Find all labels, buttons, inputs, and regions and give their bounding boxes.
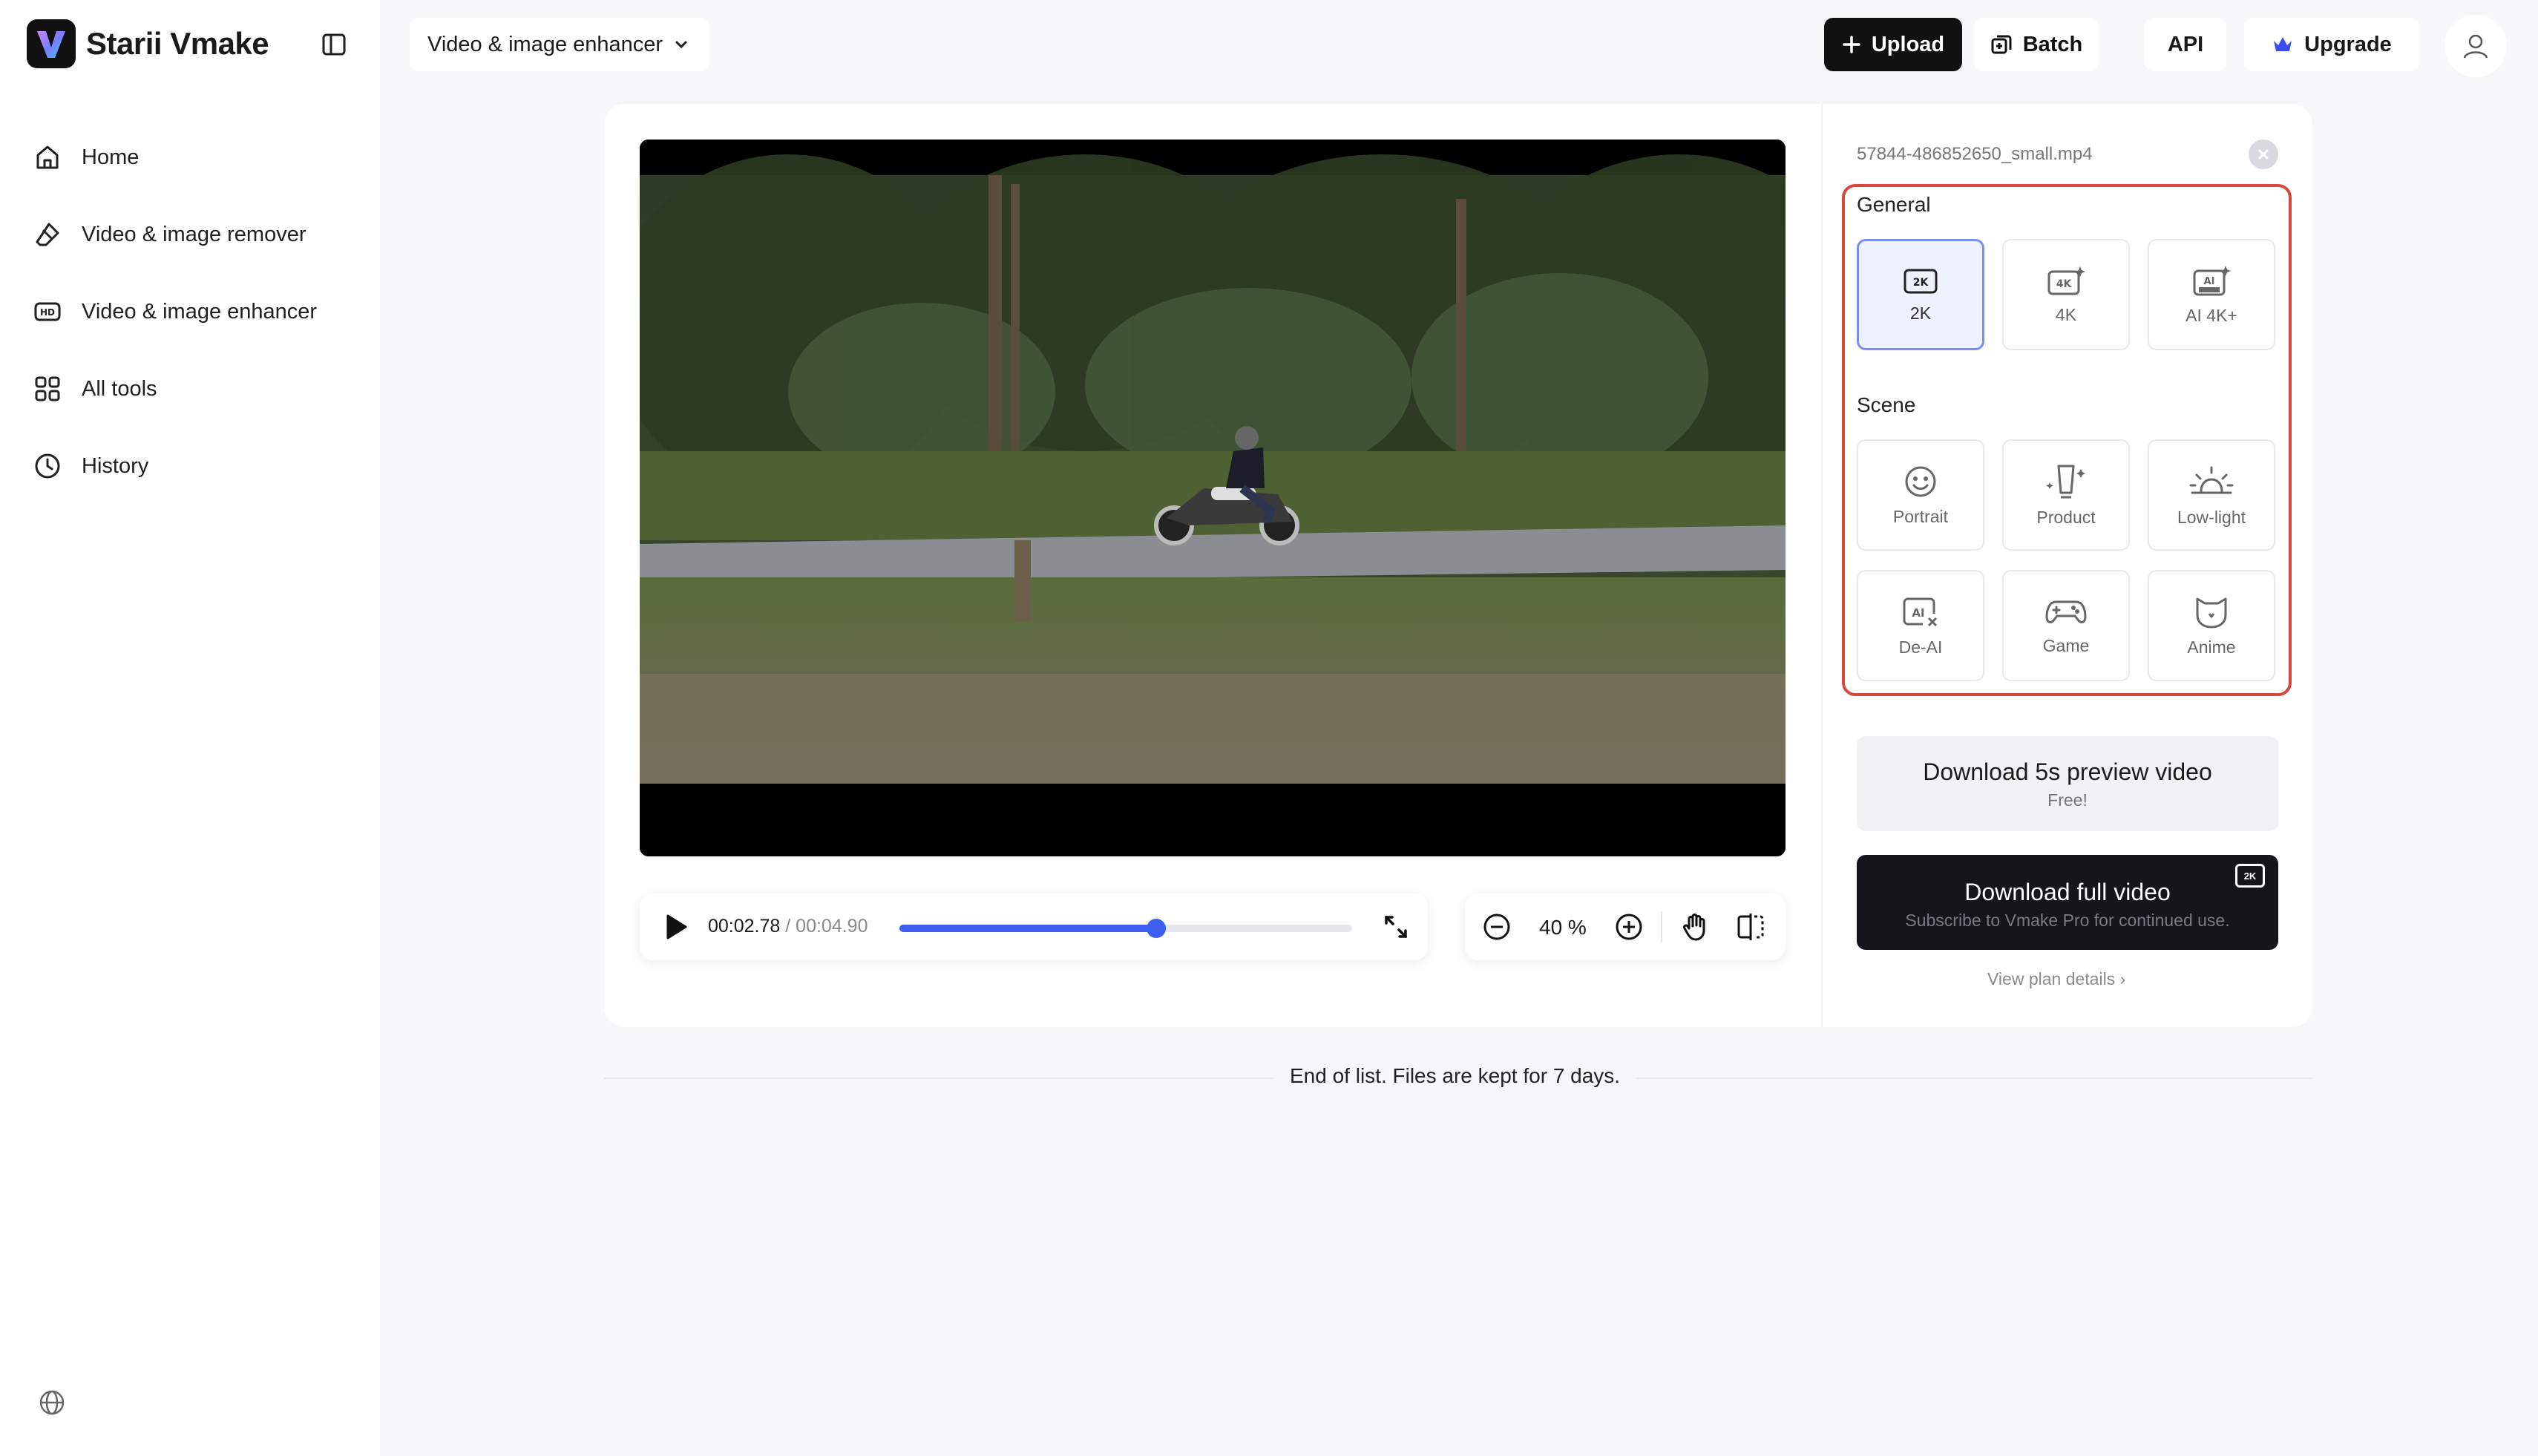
sidebar-item-remover[interactable]: Video & image remover <box>33 196 317 273</box>
video-preview[interactable] <box>640 140 1786 856</box>
app-name: Starii Vmake <box>86 26 269 61</box>
play-icon[interactable] <box>662 913 689 945</box>
close-icon <box>2258 149 2269 160</box>
file-name: 57844-486852650_small.mp4 <box>1857 144 2093 164</box>
api-button[interactable]: API <box>2145 18 2226 71</box>
option-product[interactable]: Product <box>2002 439 2130 551</box>
view-plan-details-link[interactable]: View plan details › <box>1987 969 2125 989</box>
home-icon <box>36 145 59 169</box>
option-anime[interactable]: Anime <box>2148 570 2275 681</box>
video-frame <box>640 140 1786 856</box>
sidebar-item-label: Video & image remover <box>82 222 306 246</box>
2k-badge-icon: 2K <box>2235 864 2265 888</box>
sidebar-item-home[interactable]: Home <box>33 119 317 196</box>
option-4k[interactable]: 4K 4K <box>2002 239 2130 350</box>
vmake-logo-icon <box>27 19 76 68</box>
hand-pan-icon[interactable] <box>1680 911 1711 946</box>
ai-4k-icon: AI <box>2193 265 2231 295</box>
compare-split-icon[interactable] <box>1735 911 1766 946</box>
option-low-light[interactable]: Low-light <box>2148 439 2275 551</box>
tool-select-label: Video & image enhancer <box>427 32 663 56</box>
2k-icon: 2K <box>1904 269 1938 293</box>
gamepad-icon <box>2045 600 2087 623</box>
clock-icon <box>35 453 60 479</box>
progress-fill <box>899 925 1156 932</box>
chevron-down-icon <box>675 41 687 49</box>
svg-text:2K: 2K <box>1913 277 1929 289</box>
hd-icon: HD <box>34 302 61 321</box>
download-full-button[interactable]: 2K Download full video Subscribe to Vmak… <box>1857 855 2278 950</box>
panel-divider <box>1821 104 1823 1027</box>
sidebar-item-history[interactable]: History <box>33 427 317 505</box>
option-ai-4k-plus[interactable]: AI AI 4K+ <box>2148 239 2275 350</box>
sidebar-item-label: All tools <box>82 376 157 401</box>
batch-button[interactable]: Batch <box>1974 18 2099 71</box>
tool-select-dropdown[interactable]: Video & image enhancer <box>410 18 709 71</box>
sidebar-item-label: History <box>82 453 149 478</box>
current-time: 00:02.78 <box>708 916 781 937</box>
editor-card: 00:02.78 / 00:04.90 40 % 57844-486852650… <box>604 104 2312 1027</box>
sidebar-toggle-icon[interactable] <box>318 28 350 61</box>
svg-text:AI: AI <box>2204 276 2215 287</box>
sidebar-item-enhancer[interactable]: HD Video & image enhancer <box>33 273 317 350</box>
anime-face-icon <box>2196 597 2227 628</box>
option-portrait[interactable]: Portrait <box>1857 439 1984 551</box>
sunrise-icon <box>2189 466 2234 493</box>
crown-icon <box>2274 37 2292 51</box>
sidebar: Starii Vmake Home Video & image remover … <box>0 0 380 1456</box>
svg-text:4K: 4K <box>2056 278 2073 290</box>
zoom-controls: 40 % <box>1465 893 1786 960</box>
user-icon <box>2463 34 2488 59</box>
eraser-icon <box>36 223 59 246</box>
sidebar-item-label: Video & image enhancer <box>82 299 318 324</box>
grid-icon <box>35 376 60 401</box>
video-player-controls: 00:02.78 / 00:04.90 <box>640 893 1428 960</box>
zoom-level: 40 % <box>1539 916 1587 939</box>
de-ai-icon: AI <box>1903 597 1938 626</box>
time-display: 00:02.78 / 00:04.90 <box>708 916 868 937</box>
product-bottle-icon <box>2046 465 2085 498</box>
option-de-ai[interactable]: AI De-AI <box>1857 570 1984 681</box>
batch-icon <box>1991 35 2012 54</box>
general-section-title: General <box>1857 193 1931 216</box>
logo[interactable]: Starii Vmake <box>27 19 269 68</box>
zoom-in-icon[interactable] <box>1613 911 1645 946</box>
plus-icon <box>1843 36 1860 53</box>
fullscreen-icon[interactable] <box>1382 913 1410 945</box>
option-2k[interactable]: 2K 2K <box>1857 239 1984 350</box>
download-preview-button[interactable]: Download 5s preview video Free! <box>1857 736 2278 831</box>
svg-text:AI: AI <box>1912 606 1924 620</box>
download-full-title: Download full video <box>1964 879 2171 905</box>
zoom-out-icon[interactable] <box>1481 911 1512 946</box>
avatar[interactable] <box>2444 15 2507 77</box>
option-game[interactable]: Game <box>2002 570 2130 681</box>
close-file-button[interactable] <box>2249 140 2278 169</box>
4k-icon: 4K <box>2047 266 2085 295</box>
language-globe-icon[interactable] <box>37 1388 67 1421</box>
download-full-sub: Subscribe to Vmake Pro for continued use… <box>1905 911 2230 930</box>
upgrade-button[interactable]: Upgrade <box>2244 18 2419 71</box>
upload-button[interactable]: Upload <box>1824 18 1962 71</box>
smiley-icon <box>1905 466 1936 496</box>
sidebar-nav: Home Video & image remover HD Video & im… <box>33 119 317 505</box>
zoom-divider <box>1661 911 1662 942</box>
end-of-list-text: End of list. Files are kept for 7 days. <box>1273 1064 1637 1088</box>
progress-slider[interactable] <box>899 919 1352 938</box>
sidebar-item-all-tools[interactable]: All tools <box>33 350 317 427</box>
progress-handle[interactable] <box>1146 919 1166 938</box>
scene-section-title: Scene <box>1857 393 1916 416</box>
svg-text:HD: HD <box>40 307 55 318</box>
sidebar-item-label: Home <box>82 145 140 169</box>
download-preview-title: Download 5s preview video <box>1923 758 2212 785</box>
download-preview-sub: Free! <box>2047 790 2088 810</box>
total-time: / 00:04.90 <box>785 916 868 937</box>
